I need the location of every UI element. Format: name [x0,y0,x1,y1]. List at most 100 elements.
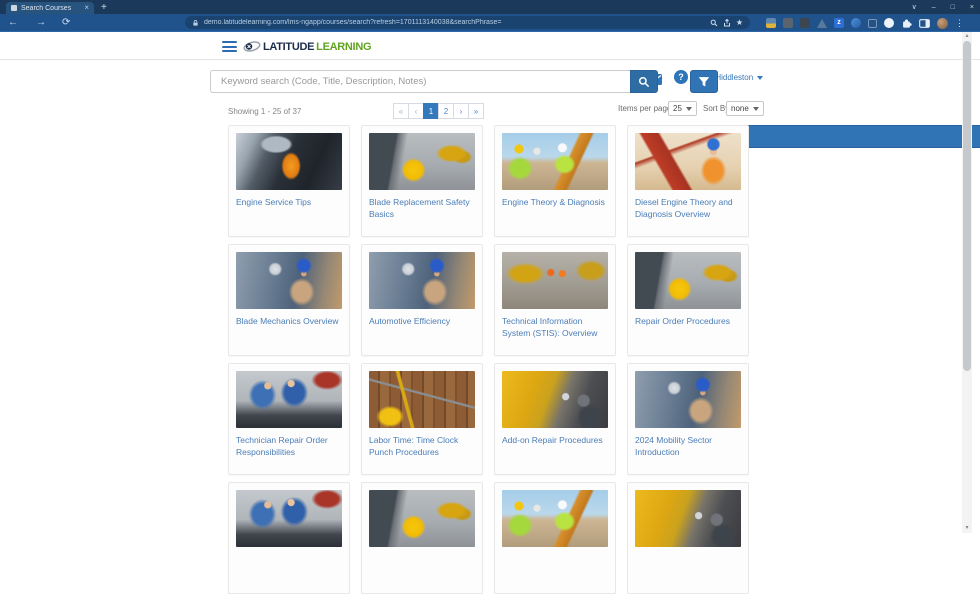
share-icon[interactable] [723,19,731,27]
pagination-item: « [393,103,409,119]
refresh-button[interactable]: ⟳ [62,17,70,29]
extension-icon[interactable]: z [834,18,844,28]
sidebar-panel-icon[interactable] [919,18,930,29]
course-card [494,482,616,594]
profile-avatar[interactable] [937,18,948,29]
help-icon[interactable]: ? [674,70,688,84]
filter-button[interactable] [690,70,718,93]
page-scrollbar[interactable]: ▴ ▾ [962,32,972,533]
tab-close-icon[interactable]: × [84,4,89,12]
course-thumbnail[interactable] [236,371,342,428]
window-close-icon[interactable]: × [970,4,974,11]
window-restore-icon[interactable]: □ [951,4,955,11]
keyword-search-button[interactable] [630,70,658,93]
course-grid: Engine Service Tips Blade Replacement Sa… [228,125,750,594]
card-view-button[interactable] [722,125,980,148]
sort-by-select[interactable]: none [726,101,764,116]
course-title-link[interactable]: 2024 Mobility Sector Introduction [635,434,741,459]
lock-icon [192,19,199,27]
extension-icon[interactable] [868,19,877,28]
window-chevron-icon[interactable]: ∨ [912,4,917,11]
results-count: Showing 1 - 25 of 37 [228,107,301,116]
course-thumbnail[interactable] [502,490,608,547]
browser-titlebar: Search Courses × + ∨ – □ × [0,0,980,14]
extension-icon[interactable] [884,18,894,28]
course-thumbnail[interactable] [635,133,741,190]
pagination-item[interactable]: › [453,103,469,119]
pagination-item[interactable]: 1 [423,103,439,119]
extension-icon[interactable] [800,18,810,28]
course-card: Add-on Repair Procedures [494,363,616,475]
extensions-puzzle-icon[interactable] [901,18,912,29]
course-title-link[interactable]: Technician Repair Order Responsibilities [236,434,342,459]
course-thumbnail[interactable] [635,252,741,309]
course-title-link[interactable]: Diesel Engine Theory and Diagnosis Overv… [635,196,741,221]
course-card: Technician Repair Order Responsibilities [228,363,350,475]
course-thumbnail[interactable] [635,490,741,547]
keyword-search-input[interactable] [210,70,630,93]
course-thumbnail[interactable] [236,490,342,547]
latitude-learning-logo[interactable]: LATITUDELEARNING [243,39,371,54]
forward-button[interactable]: → [36,17,46,29]
course-thumbnail[interactable] [369,490,475,547]
browser-tab[interactable]: Search Courses × [6,2,94,14]
course-thumbnail[interactable] [502,133,608,190]
items-per-page-select[interactable]: 25 [668,101,697,116]
course-thumbnail[interactable] [236,133,342,190]
course-title-link[interactable]: Blade Replacement Safety Basics [369,196,475,221]
course-title-link[interactable]: Repair Order Procedures [635,315,741,327]
url-bar[interactable]: demo.latitudelearning.com/lms-ngapp/cour… [185,16,750,29]
course-thumbnail[interactable] [236,252,342,309]
back-button[interactable]: ← [8,17,18,29]
course-card: 2024 Mobility Sector Introduction [627,363,749,475]
scroll-up-icon[interactable]: ▴ [962,32,972,41]
course-thumbnail[interactable] [369,371,475,428]
course-title-link[interactable]: Technical Information System (STIS): Ove… [502,315,608,340]
course-thumbnail[interactable] [369,133,475,190]
course-card: Engine Theory & Diagnosis [494,125,616,237]
extension-icon[interactable] [817,19,827,28]
extension-icon[interactable] [766,18,776,28]
extension-icon[interactable] [851,18,861,28]
pagination-item[interactable]: » [468,103,484,119]
browser-menu-icon[interactable]: ⋮ [955,19,964,28]
course-thumbnail[interactable] [369,252,475,309]
scrollbar-thumb[interactable] [963,41,971,371]
chevron-down-icon [753,107,759,111]
window-controls: ∨ – □ × [912,0,974,14]
logo-text-latitude: LATITUDE [263,41,314,53]
course-title-link[interactable]: Blade Mechanics Overview [236,315,342,327]
new-tab-button[interactable]: + [101,2,107,13]
pagination-item: ‹ [408,103,424,119]
course-thumbnail[interactable] [635,371,741,428]
items-per-page-value: 25 [673,104,682,113]
course-thumbnail[interactable] [502,371,608,428]
window-minimize-icon[interactable]: – [932,4,936,11]
pagination-item[interactable]: 2 [438,103,454,119]
hamburger-menu-icon[interactable] [222,41,237,52]
course-card: Engine Service Tips [228,125,350,237]
course-card: Repair Order Procedures [627,244,749,356]
course-thumbnail[interactable] [502,252,608,309]
course-title-link[interactable]: Automotive Efficiency [369,315,475,327]
course-card: Technical Information System (STIS): Ove… [494,244,616,356]
zoom-page-icon[interactable] [710,19,718,27]
course-title-link[interactable]: Labor Time: Time Clock Punch Procedures [369,434,475,459]
course-title-link[interactable]: Add-on Repair Procedures [502,434,608,446]
course-card [228,482,350,594]
logo-text-learning: LEARNING [316,41,371,53]
course-title-link[interactable]: Engine Service Tips [236,196,342,208]
course-card: Diesel Engine Theory and Diagnosis Overv… [627,125,749,237]
logo-swoosh-icon [243,39,261,54]
chevron-down-icon [686,107,692,111]
course-title-link[interactable]: Engine Theory & Diagnosis [502,196,608,208]
course-card [361,482,483,594]
extension-icon[interactable] [783,18,793,28]
tab-favicon-icon [11,5,17,11]
scroll-down-icon[interactable]: ▾ [962,524,972,533]
search-icon [638,76,650,88]
funnel-icon [698,76,710,88]
course-card: Labor Time: Time Clock Punch Procedures [361,363,483,475]
bookmark-star-icon[interactable]: ★ [736,19,743,27]
course-card [627,482,749,594]
